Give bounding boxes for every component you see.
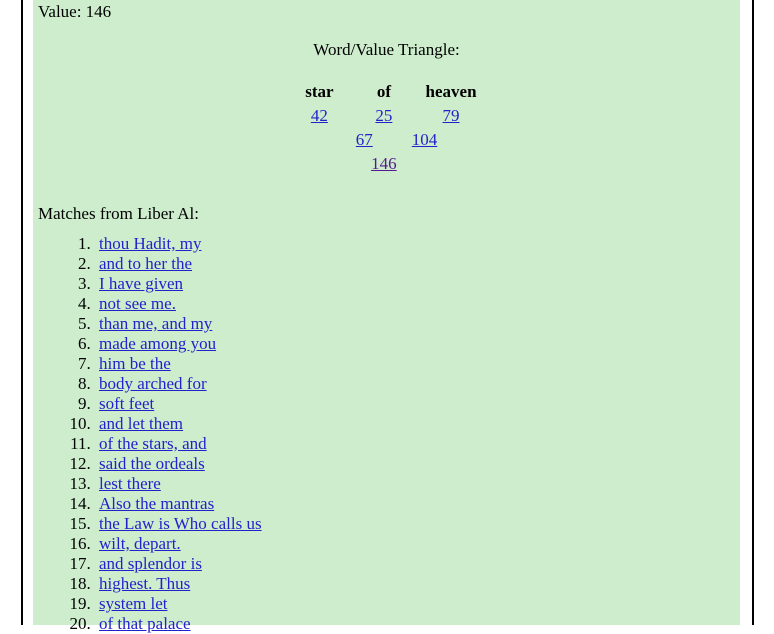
- triangle-heading: Word/Value Triangle:: [313, 40, 460, 59]
- triangle-spacer-left: [287, 128, 333, 152]
- triangle-value-link-79[interactable]: 79: [443, 106, 460, 125]
- triangle-word-heaven: heaven: [425, 82, 477, 101]
- value-line: Value: 146: [38, 2, 112, 21]
- list-item: and splendor is: [95, 554, 740, 574]
- triangle-word-row: star of heaven: [287, 80, 485, 104]
- triangle-cell-146: 146: [351, 152, 416, 176]
- match-link[interactable]: not see me.: [99, 294, 176, 313]
- triangle-value-link-67[interactable]: 67: [356, 130, 373, 149]
- list-item: system let: [95, 594, 740, 614]
- triangle-word-of: of: [376, 82, 391, 101]
- matches-heading: Matches from Liber Al:: [38, 204, 199, 223]
- matches-list: thou Hadit, my and to her the I have giv…: [33, 234, 740, 634]
- list-item: the Law is Who calls us: [95, 514, 740, 534]
- triangle-row-2: 67 104: [287, 128, 485, 152]
- triangle-spacer-right-2: [417, 152, 486, 176]
- match-link[interactable]: and to her the: [99, 254, 192, 273]
- right-border-rule: [752, 0, 754, 625]
- list-item: I have given: [95, 274, 740, 294]
- list-item: of the stars, and: [95, 434, 740, 454]
- match-link[interactable]: made among you: [99, 334, 216, 353]
- list-item: not see me.: [95, 294, 740, 314]
- match-link[interactable]: highest. Thus: [99, 574, 190, 593]
- match-link[interactable]: of that palace: [99, 614, 191, 633]
- triangle-spacer-left-2: [287, 152, 351, 176]
- word-value-triangle-section: Word/Value Triangle: star of heaven 42 2…: [33, 40, 740, 176]
- triangle-cell-79: 79: [417, 104, 486, 128]
- list-item: and to her the: [95, 254, 740, 274]
- triangle-cell-104: 104: [395, 128, 455, 152]
- match-link[interactable]: him be the: [99, 354, 171, 373]
- page-frame: Value: 146 Word/Value Triangle: star of …: [0, 0, 774, 633]
- list-item: wilt, depart.: [95, 534, 740, 554]
- match-link[interactable]: said the ordeals: [99, 454, 205, 473]
- triangle-value-link-42[interactable]: 42: [311, 106, 328, 125]
- triangle-word-star: star: [305, 82, 334, 101]
- left-border-rule: [21, 0, 23, 625]
- triangle-cell-67: 67: [334, 128, 395, 152]
- match-link[interactable]: body arched for: [99, 374, 207, 393]
- triangle-table: star of heaven 42 25 79 67 104 146: [287, 80, 485, 176]
- list-item: him be the: [95, 354, 740, 374]
- triangle-row-1: 42 25 79: [287, 104, 485, 128]
- list-item: than me, and my: [95, 314, 740, 334]
- match-link[interactable]: Also the mantras: [99, 494, 214, 513]
- triangle-cell-42: 42: [287, 104, 351, 128]
- match-link[interactable]: and let them: [99, 414, 183, 433]
- match-link[interactable]: than me, and my: [99, 314, 212, 333]
- list-item: thou Hadit, my: [95, 234, 740, 254]
- document-body: Value: 146 Word/Value Triangle: star of …: [33, 0, 740, 633]
- list-item: highest. Thus: [95, 574, 740, 594]
- triangle-value-link-25[interactable]: 25: [375, 106, 392, 125]
- match-link[interactable]: system let: [99, 594, 167, 613]
- match-link[interactable]: thou Hadit, my: [99, 234, 201, 253]
- list-item: soft feet: [95, 394, 740, 414]
- match-link[interactable]: soft feet: [99, 394, 154, 413]
- match-link[interactable]: and splendor is: [99, 554, 202, 573]
- triangle-cell-25: 25: [351, 104, 416, 128]
- list-item: said the ordeals: [95, 454, 740, 474]
- match-link[interactable]: I have given: [99, 274, 183, 293]
- triangle-row-3: 146: [287, 152, 485, 176]
- list-item: of that palace: [95, 614, 740, 634]
- triangle-value-link-146[interactable]: 146: [371, 154, 397, 173]
- list-item: lest there: [95, 474, 740, 494]
- list-item: and let them: [95, 414, 740, 434]
- triangle-spacer-right: [454, 128, 485, 152]
- match-link[interactable]: wilt, depart.: [99, 534, 181, 553]
- triangle-value-link-104[interactable]: 104: [412, 130, 438, 149]
- list-item: Also the mantras: [95, 494, 740, 514]
- match-link[interactable]: of the stars, and: [99, 434, 207, 453]
- match-link[interactable]: the Law is Who calls us: [99, 514, 262, 533]
- list-item: made among you: [95, 334, 740, 354]
- list-item: body arched for: [95, 374, 740, 394]
- match-link[interactable]: lest there: [99, 474, 161, 493]
